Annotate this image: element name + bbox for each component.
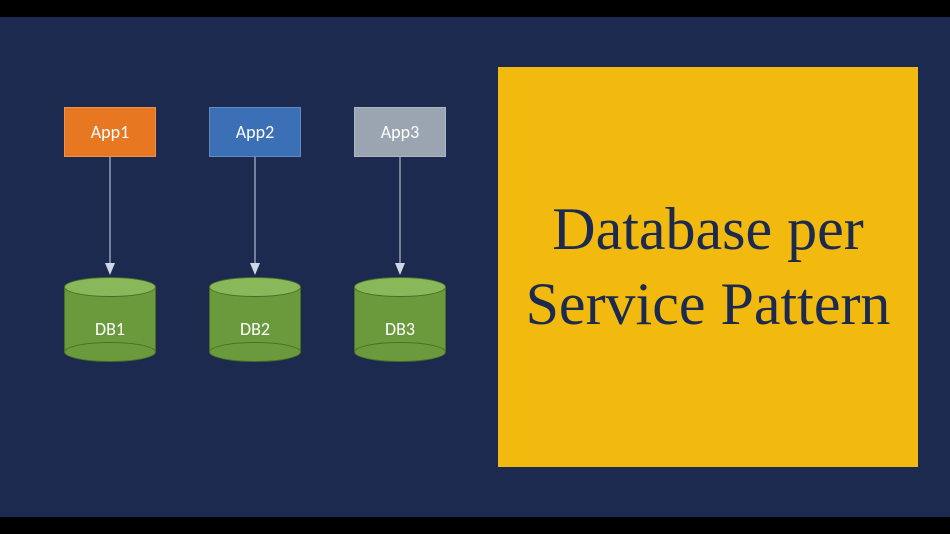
app-label: App1: [91, 121, 129, 143]
db-label: DB3: [354, 318, 446, 340]
slide-canvas: App1 DB1 App2: [0, 17, 950, 517]
app-box-3: App3: [354, 107, 446, 157]
app-box-1: App1: [64, 107, 156, 157]
title-panel: Database per Service Pattern: [498, 67, 918, 467]
service-column-2: App2 DB2: [195, 107, 315, 362]
app-label: App2: [236, 121, 274, 143]
app-box-2: App2: [209, 107, 301, 157]
arrow-2: [254, 157, 256, 277]
db-cylinder-2: DB2: [209, 277, 301, 362]
service-column-1: App1 DB1: [50, 107, 170, 362]
db-label: DB1: [64, 318, 156, 340]
db-cylinder-1: DB1: [64, 277, 156, 362]
arrow-1: [109, 157, 111, 277]
arrow-3: [399, 157, 401, 277]
service-column-3: App3 DB3: [340, 107, 460, 362]
db-label: DB2: [209, 318, 301, 340]
app-label: App3: [381, 121, 419, 143]
db-cylinder-3: DB3: [354, 277, 446, 362]
architecture-diagram: App1 DB1 App2: [40, 107, 470, 447]
slide-title: Database per Service Pattern: [518, 192, 898, 342]
